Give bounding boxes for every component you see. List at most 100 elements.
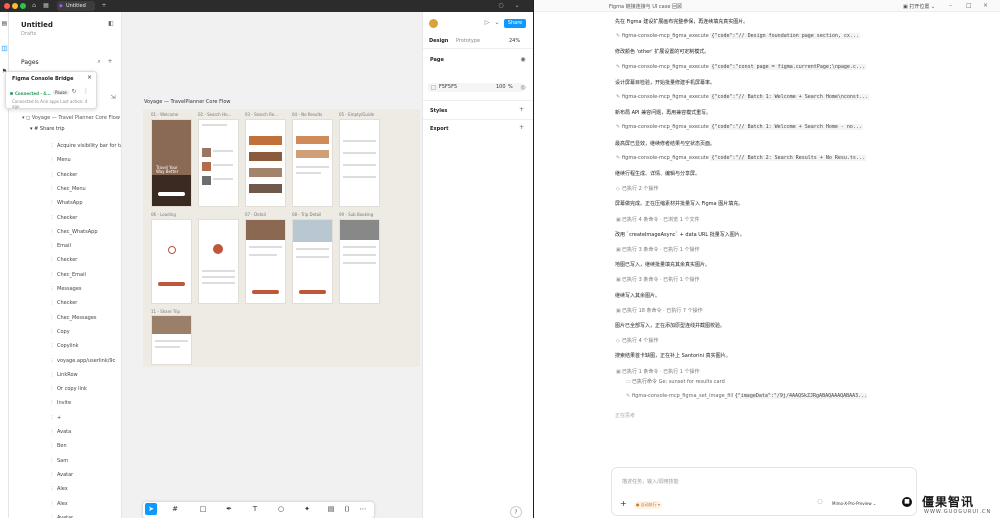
add-icon[interactable]: + (620, 499, 627, 508)
layer-item[interactable]: WhatsApp (57, 197, 121, 209)
open-location-button[interactable]: ▣ 打开位置 ⌄ (903, 3, 935, 10)
action-counter[interactable]: ▣已执行 1 条命令 · 已执行 1 个操作 (616, 368, 700, 375)
tool-call-row[interactable]: ✎ figma-console-mcp_figma_execute {"code"… (616, 154, 866, 161)
collapse-icon[interactable]: ⇲ (109, 94, 117, 102)
close-window-icon[interactable] (4, 3, 10, 9)
layer-item[interactable]: Chec_Menu (57, 183, 121, 195)
add-export-icon[interactable]: + (519, 124, 524, 131)
maximize-window-icon[interactable] (20, 3, 26, 9)
action-counter[interactable]: ◇ 已执行 4 个操作 (616, 337, 658, 344)
tool-call-row[interactable]: ✎ figma-console-mcp_figma_execute {"code"… (616, 63, 866, 70)
layer-item[interactable]: Checker (57, 169, 121, 181)
text-tool-icon[interactable]: T (249, 503, 261, 515)
window-menu-icon[interactable]: ⌄ (513, 2, 521, 10)
close-icon[interactable]: × (983, 2, 988, 9)
move-tool-icon[interactable]: ➤ (145, 503, 157, 515)
layer-item[interactable]: Checker (57, 297, 121, 309)
frame-tool-icon[interactable]: # (169, 503, 181, 515)
draw-mode-icon[interactable]: ▤ (325, 503, 337, 515)
layer-item[interactable]: Messages (57, 283, 121, 295)
layer-item[interactable]: Chec_Email (57, 269, 121, 281)
avatar[interactable] (429, 19, 438, 28)
layer-item[interactable]: Acquire visibility bar for tab (57, 140, 121, 152)
screen-share-trip[interactable] (151, 315, 192, 365)
layer-item[interactable]: Sam (57, 455, 121, 467)
pen-tool-icon[interactable]: ✒ (223, 503, 235, 515)
comment-tool-icon[interactable]: ○ (275, 503, 287, 515)
send-button[interactable]: ■ (902, 497, 912, 507)
action-counter[interactable]: ▣已执行 18 条命令 · 已执行 7 个操作 (616, 307, 703, 314)
mode-selector[interactable]: ● 自动执行 ▾ (634, 501, 663, 509)
screen-trip-detail[interactable] (292, 219, 333, 304)
tab-prototype[interactable]: Prototype (456, 38, 480, 44)
sub-tool-row[interactable]: ✎ figma-console-mcp_figma_set_image_fill … (626, 393, 868, 399)
layer-item[interactable]: Copylink (57, 340, 121, 352)
screen-generate[interactable] (198, 219, 239, 304)
screen-empty-guide[interactable] (339, 119, 380, 207)
tool-call-row[interactable]: ✎ figma-console-mcp_figma_execute {"code"… (616, 33, 860, 40)
add-page-icon[interactable]: + (106, 58, 114, 66)
sub-tool-row[interactable]: ▭已执行命令 Ge: sunset for results card (626, 378, 725, 385)
screen-loading[interactable] (151, 219, 192, 304)
shape-tool-icon[interactable]: □ (197, 503, 209, 515)
new-tab-icon[interactable]: + (100, 2, 108, 10)
dev-mode-icon[interactable]: ⟨⟩ (341, 503, 353, 515)
home-icon[interactable]: ⌂ (30, 2, 38, 10)
tab-design[interactable]: Design (429, 38, 448, 44)
refresh-icon[interactable]: ↻ (70, 88, 78, 96)
screen-detail[interactable] (245, 219, 286, 304)
search-icon[interactable]: ⌕ (95, 58, 103, 66)
layer-item[interactable]: Chec_WhatsApp (57, 226, 121, 238)
layer-item[interactable]: Checker (57, 254, 121, 266)
maximize-icon[interactable]: □ (966, 2, 972, 9)
figma-canvas[interactable]: Voyage — TravelPlanner Core Flow 01 - We… (122, 12, 422, 518)
screen-search-home[interactable] (198, 119, 239, 207)
layers-icon[interactable]: ◫ (1, 45, 8, 52)
action-counter[interactable]: ◇ 已执行 2 个操作 (616, 185, 658, 192)
zoom-level[interactable]: 24% (509, 38, 520, 44)
layer-item[interactable]: Alex (57, 483, 121, 495)
layer-item[interactable]: Copy (57, 326, 121, 338)
screen-no-results[interactable] (292, 119, 333, 207)
screen-welcome[interactable]: Travel Your Way Better (151, 119, 192, 207)
layer-item[interactable]: Avata (57, 426, 121, 438)
layer-item[interactable]: Checker (57, 212, 121, 224)
action-counter[interactable]: ▣已执行 3 条命令 · 已执行 1 个操作 (616, 246, 700, 253)
layer-item[interactable]: Avatar (57, 469, 121, 481)
pause-button[interactable]: Pause (53, 90, 69, 95)
more-tools-icon[interactable]: ⋯ (357, 503, 369, 515)
layer-item[interactable]: voyage.app/userlink/9c (57, 355, 121, 367)
more-icon[interactable]: ⋮ (82, 88, 90, 96)
frame-layer[interactable]: ▾ # Share trip (30, 126, 120, 132)
user-icon[interactable]: ○ (497, 2, 505, 10)
eye-icon[interactable]: ◉ (519, 56, 527, 64)
actions-tool-icon[interactable]: ✦ (301, 503, 313, 515)
chat-input[interactable]: 描述任务，输入/调用技能 (622, 478, 679, 485)
file-title[interactable]: Untitled (21, 21, 53, 29)
layer-item[interactable]: Invite (57, 397, 121, 409)
layer-item[interactable]: Or copy link (57, 383, 121, 395)
add-style-icon[interactable]: + (519, 106, 524, 113)
tool-call-row[interactable]: ✎ figma-console-mcp_figma_execute {"code"… (616, 124, 863, 131)
chevron-down-icon[interactable]: ⌄ (493, 19, 501, 27)
layer-item[interactable]: Alex (57, 498, 121, 510)
page-color-field[interactable]: F5F5F5 100 % (428, 83, 523, 92)
help-icon[interactable]: ? (510, 506, 522, 518)
layer-item[interactable]: Chec_Messages (57, 312, 121, 324)
action-counter[interactable]: ▣已执行 4 条命令 · 已浏览 1 个文件 (616, 216, 700, 223)
play-icon[interactable]: ▷ (483, 19, 491, 27)
grid-icon[interactable]: ▦ (42, 2, 50, 10)
close-icon[interactable]: × (87, 74, 92, 81)
frame-title[interactable]: Voyage — TravelPlanner Core Flow (144, 99, 231, 105)
model-selector[interactable]: Mimo-X-Pro-Preview ⌄ (832, 501, 876, 506)
action-counter[interactable]: ▣已执行 3 条命令 · 已执行 1 个操作 (616, 276, 700, 283)
screen-search-results[interactable] (245, 119, 286, 207)
layer-item[interactable]: Email (57, 240, 121, 252)
visibility-icon[interactable]: ◎ (519, 84, 527, 92)
screen-sub-booking[interactable] (339, 219, 380, 304)
layer-item[interactable]: Menu (57, 154, 121, 166)
layer-item[interactable]: + (57, 412, 121, 424)
layer-item[interactable]: Avatar (57, 512, 121, 518)
layer-item[interactable]: Ben (57, 440, 121, 452)
tool-call-row[interactable]: ✎ figma-console-mcp_figma_execute {"code"… (616, 94, 869, 100)
